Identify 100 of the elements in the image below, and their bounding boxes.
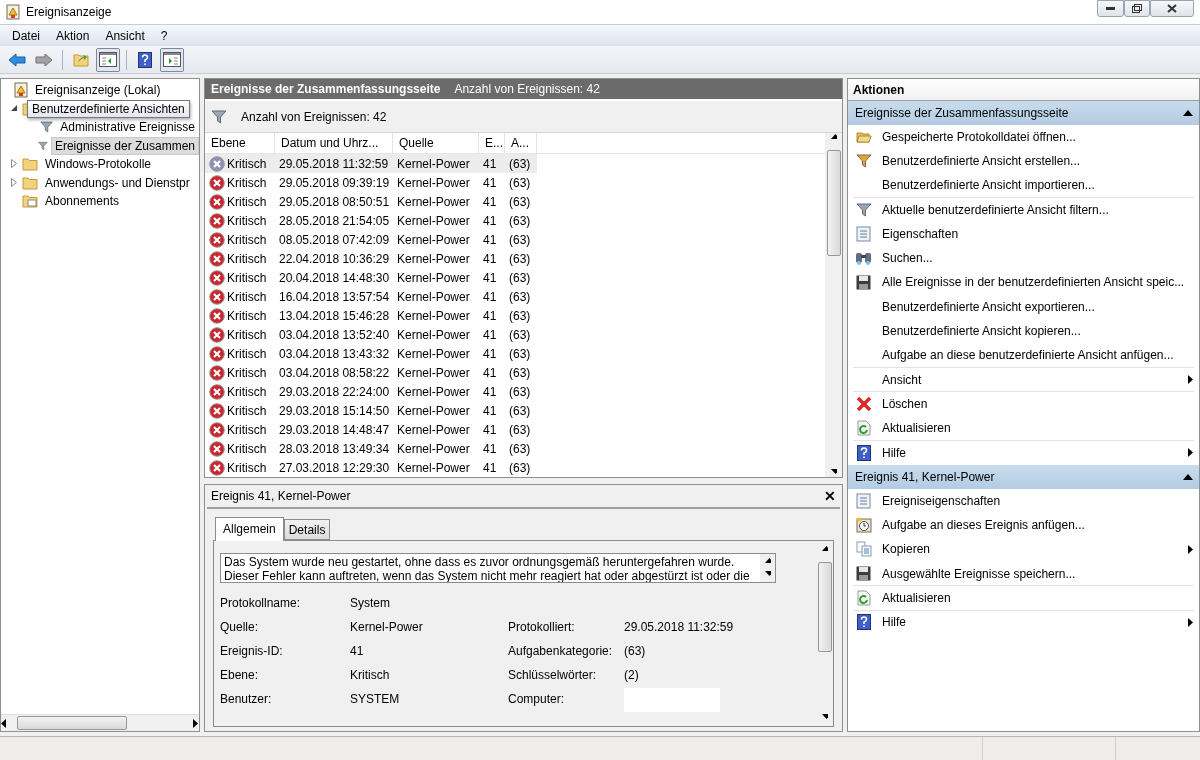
table-row[interactable]: Kritisch 29.05.2018 11:32:59 Kernel-Power 41 (63) bbox=[205, 154, 537, 173]
action-item[interactable]: Eigenschaften bbox=[853, 222, 1194, 247]
action-item[interactable]: Aufgabe an dieses Ereignis anfügen... bbox=[853, 513, 1194, 538]
table-cell-text: Kernel-Power bbox=[396, 251, 471, 266]
folder-icon bbox=[22, 157, 38, 172]
property-value: (63) bbox=[624, 644, 647, 660]
restore-icon bbox=[1132, 4, 1142, 13]
menu-item[interactable]: Aktion bbox=[48, 26, 98, 45]
action-item[interactable]: Benutzerdefinierte Ansicht erstellen... bbox=[853, 149, 1194, 174]
table-row[interactable]: Kritisch 29.05.2018 08:50:51 Kernel-Power 41 (63) bbox=[205, 192, 537, 211]
vertical-scrollbar[interactable] bbox=[825, 133, 842, 477]
close-icon bbox=[1167, 4, 1177, 13]
tree-item[interactable]: Administrative Ereignisse bbox=[56, 118, 199, 137]
table-row[interactable]: Kritisch 16.04.2018 13:57:54 Kernel-Power 41 (63) bbox=[205, 287, 537, 306]
table-row[interactable]: Kritisch 20.04.2018 14:48:30 Kernel-Power 41 (63) bbox=[205, 268, 537, 287]
menu-item[interactable]: Datei bbox=[4, 26, 48, 45]
tree-item[interactable]: Abonnements bbox=[41, 192, 124, 211]
table-cell-text: (63) bbox=[508, 213, 532, 228]
table-row[interactable]: Kritisch 28.03.2018 13:49:34 Kernel-Power 41 (63) bbox=[205, 439, 537, 458]
toolbar-button[interactable] bbox=[96, 47, 120, 72]
table-cell-text: 41 bbox=[482, 194, 498, 209]
action-item[interactable]: Aktualisieren bbox=[853, 416, 1194, 441]
action-item[interactable]: Ereigniseigenschaften bbox=[853, 489, 1194, 514]
action-item[interactable]: Hilfe bbox=[853, 610, 1194, 635]
action-item[interactable]: Suchen... bbox=[853, 246, 1194, 271]
error-icon bbox=[209, 364, 225, 381]
table-row[interactable]: Kritisch 03.04.2018 13:52:40 Kernel-Power 41 (63) bbox=[205, 325, 537, 344]
filter-count: Anzahl von Ereignissen: 42 bbox=[241, 109, 387, 124]
menu-item[interactable]: ? bbox=[152, 26, 176, 45]
action-pane-icon bbox=[163, 52, 181, 67]
table-cell-text: 41 bbox=[482, 441, 498, 456]
help-icon bbox=[856, 614, 871, 631]
table-cell-text: 29.03.2018 15:14:50 bbox=[278, 403, 391, 418]
action-item[interactable]: Aufgabe an diese benutzerdefinierte Ansicht anfügen... bbox=[853, 343, 1194, 368]
table-cell: Kritisch bbox=[227, 327, 267, 342]
maximize-button[interactable] bbox=[1124, 0, 1150, 17]
tree-item[interactable]: Ereignisse der Zusammen bbox=[50, 136, 199, 155]
horizontal-scrollbar[interactable] bbox=[1, 714, 199, 731]
action-item[interactable]: Aktuelle benutzerdefinierte Ansicht filtern... bbox=[853, 197, 1194, 223]
property-value: (2) bbox=[624, 668, 640, 684]
toolbar-button[interactable] bbox=[160, 47, 184, 72]
action-item[interactable]: Alle Ereignisse in der benutzerdefinierten Ansicht speic... bbox=[853, 270, 1194, 296]
table-row[interactable]: Kritisch 27.03.2018 12:29:30 Kernel-Power 41 (63) bbox=[205, 458, 537, 477]
tree-item[interactable]: Anwendungs- und Dienstpr bbox=[41, 173, 194, 192]
action-item[interactable]: Ausgewählte Ereignisse speichern... bbox=[853, 562, 1194, 587]
filter-icon bbox=[855, 201, 872, 218]
pane-title: Ereignisse der Zusammenfassungsseite bbox=[211, 82, 441, 96]
tree-item[interactable]: Windows-Protokolle bbox=[41, 155, 156, 174]
table-cell-text: 28.03.2018 13:49:34 bbox=[278, 441, 391, 456]
submenu-arrow-icon bbox=[1188, 375, 1194, 385]
action-item[interactable]: Aktualisieren bbox=[853, 586, 1194, 611]
action-item[interactable]: Gespeicherte Protokolldatei öffnen... bbox=[853, 125, 1194, 150]
menu-item[interactable]: Ansicht bbox=[97, 26, 153, 45]
property-label: Schlüsselwörter: bbox=[508, 668, 598, 684]
action-item[interactable]: Benutzerdefinierte Ansicht kopieren... bbox=[853, 319, 1194, 344]
tab[interactable]: Allgemein bbox=[215, 517, 284, 541]
table-row[interactable]: Kritisch 22.04.2018 10:36:29 Kernel-Power 41 (63) bbox=[205, 249, 537, 268]
table-cell-text: 41 bbox=[482, 308, 498, 323]
collapse-arrow-icon[interactable] bbox=[10, 103, 18, 113]
section-header[interactable]: Ereignis 41, Kernel-Power bbox=[848, 465, 1199, 490]
table-cell-text: 28.05.2018 21:54:05 bbox=[278, 213, 391, 228]
table-cell-text: 41 bbox=[482, 213, 498, 228]
table-cell-text: 29.05.2018 09:39:19 bbox=[278, 175, 391, 190]
table-row[interactable]: Kritisch 29.03.2018 22:24:00 Kernel-Power 41 (63) bbox=[205, 382, 537, 401]
folder-icon bbox=[855, 129, 872, 144]
table-row[interactable]: Kritisch 08.05.2018 07:42:09 Kernel-Power 41 (63) bbox=[205, 230, 537, 249]
close-button[interactable]: ✕ bbox=[824, 488, 836, 504]
table-cell-text: 41 bbox=[482, 422, 498, 437]
minimize-button[interactable] bbox=[1097, 0, 1124, 17]
close-button[interactable] bbox=[1150, 0, 1194, 17]
table-row[interactable]: Kritisch 28.05.2018 21:54:05 Kernel-Power 41 (63) bbox=[205, 211, 537, 230]
description-box[interactable]: Das System wurde neu gestartet, ohne dass es zuvor ordnungsgemäß heruntergefahren wurde. Dieser Fehler kann auftreten, wenn das System nicht mehr reagiert hat oder abgestürzt ist oder die bbox=[220, 553, 776, 583]
action-item[interactable]: Benutzerdefinierte Ansicht exportieren... bbox=[853, 295, 1194, 320]
forward-arrow-icon bbox=[35, 52, 53, 67]
table-cell-text: Kernel-Power bbox=[396, 270, 471, 285]
right-arrow-icon bbox=[193, 718, 199, 728]
tree-item[interactable]: Ereignisanzeige (Lokal) bbox=[31, 81, 165, 100]
table-row[interactable]: Kritisch 03.04.2018 13:43:32 Kernel-Power 41 (63) bbox=[205, 344, 537, 363]
save-icon bbox=[856, 566, 871, 582]
action-item[interactable]: Kopieren bbox=[853, 537, 1194, 563]
table-row[interactable]: Kritisch 03.04.2018 08:58:22 Kernel-Power 41 (63) bbox=[205, 363, 537, 382]
error-icon bbox=[209, 193, 225, 210]
action-item[interactable]: Löschen bbox=[853, 392, 1194, 417]
table-row[interactable]: Kritisch 29.03.2018 15:14:50 Kernel-Power 41 (63) bbox=[205, 401, 537, 420]
table-row[interactable]: Kritisch 13.04.2018 15:46:28 Kernel-Power 41 (63) bbox=[205, 306, 537, 325]
table-cell-text: Kernel-Power bbox=[396, 403, 471, 418]
tab[interactable]: Details bbox=[283, 519, 331, 540]
table-row[interactable]: Kritisch 29.03.2018 14:48:47 Kernel-Power 41 (63) bbox=[205, 420, 537, 439]
table-cell-text: (63) bbox=[508, 194, 532, 209]
table-cell: Kritisch bbox=[227, 384, 267, 399]
property-value: SYSTEM bbox=[350, 692, 401, 708]
table-cell-text: (63) bbox=[508, 156, 532, 171]
action-item[interactable]: Benutzerdefinierte Ansicht importieren... bbox=[853, 173, 1194, 198]
table-cell-text: (63) bbox=[508, 232, 532, 247]
property-value: Kritisch bbox=[350, 668, 391, 684]
action-item[interactable]: Hilfe bbox=[853, 440, 1194, 466]
section-header[interactable]: Ereignisse der Zusammenfassungsseite bbox=[848, 101, 1199, 125]
table-row[interactable]: Kritisch 29.05.2018 09:39:19 Kernel-Power 41 (63) bbox=[205, 173, 537, 192]
error-icon bbox=[209, 155, 225, 172]
action-item[interactable]: Ansicht bbox=[853, 367, 1194, 393]
